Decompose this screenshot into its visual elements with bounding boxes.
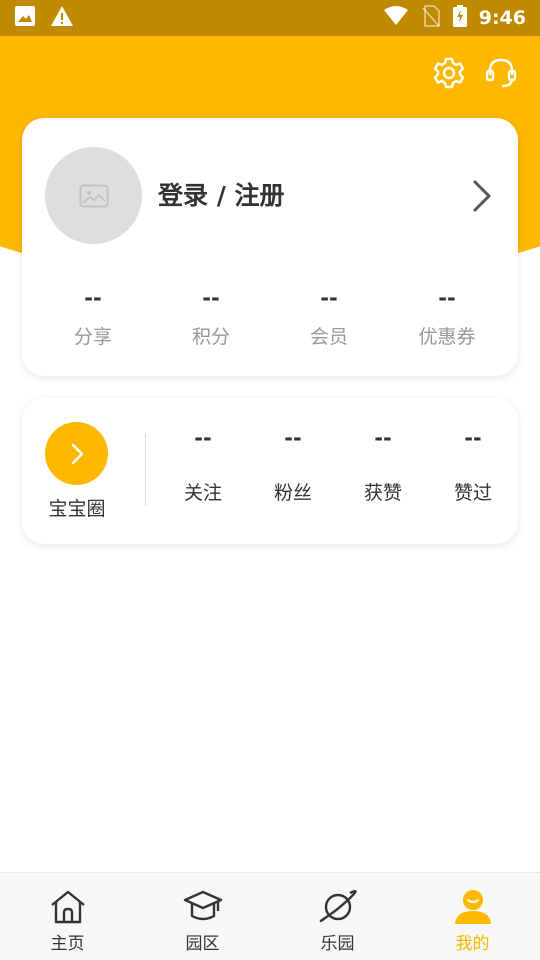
stat-coupons[interactable]: -- 优惠券 (388, 286, 506, 349)
profile-stats: -- 分享 -- 积分 -- 会员 -- 优惠券 (34, 286, 506, 349)
tab-park[interactable]: 乐园 (270, 873, 405, 960)
image-icon (14, 5, 36, 31)
customer-service-icon[interactable] (484, 56, 518, 90)
stat-value: -- (320, 286, 338, 310)
stat-likes-given[interactable]: -- 赞过 (428, 426, 518, 505)
graduation-cap-icon (183, 887, 223, 927)
bottom-tab-bar: 主页 园区 乐园 我的 (0, 872, 540, 960)
stat-points[interactable]: -- 积分 (152, 286, 270, 349)
stat-value: -- (202, 286, 220, 310)
stat-label: 粉丝 (273, 482, 312, 504)
tab-label: 主页 (50, 934, 85, 954)
social-stats: -- 关注 -- 粉丝 -- 获赞 -- 赞过 (158, 426, 518, 505)
planet-icon (318, 887, 358, 927)
tab-label: 我的 (455, 934, 490, 954)
stat-value: -- (438, 286, 456, 310)
stat-share[interactable]: -- 分享 (34, 286, 152, 349)
no-sim-icon (421, 5, 441, 31)
avatar[interactable] (45, 147, 142, 244)
baby-circle-card: 宝宝圈 -- 关注 -- 粉丝 -- 获赞 -- 赞过 (22, 398, 518, 544)
profile-card: 登录 / 注册 -- 分享 -- 积分 -- 会员 -- 优惠券 (22, 118, 518, 376)
warning-icon (50, 5, 74, 31)
status-time: 9:46 (478, 7, 526, 29)
stat-label: 获赞 (363, 482, 402, 504)
stat-value: -- (374, 426, 392, 450)
login-register-link[interactable]: 登录 / 注册 (158, 176, 285, 212)
status-bar: 9:46 (0, 0, 540, 36)
tab-label: 园区 (185, 934, 220, 954)
divider (145, 434, 146, 506)
stat-followers[interactable]: -- 粉丝 (248, 426, 338, 505)
stat-membership[interactable]: -- 会员 (270, 286, 388, 349)
chevron-right-icon (71, 443, 83, 464)
image-placeholder-icon (79, 184, 108, 207)
stat-label: 积分 (191, 326, 230, 348)
baby-circle-button[interactable] (45, 422, 108, 485)
stat-label: 关注 (183, 482, 222, 504)
wifi-icon (383, 6, 409, 30)
stat-value: -- (284, 426, 302, 450)
stat-value: -- (194, 426, 212, 450)
battery-charging-icon (452, 5, 467, 31)
stat-label: 优惠券 (418, 326, 476, 348)
stat-following[interactable]: -- 关注 (158, 426, 248, 505)
settings-icon[interactable] (432, 56, 466, 90)
tab-mine[interactable]: 我的 (405, 873, 540, 960)
stat-value: -- (84, 286, 102, 310)
stat-value: -- (464, 426, 482, 450)
home-icon (48, 887, 88, 927)
stat-label: 赞过 (453, 482, 492, 504)
stat-label: 会员 (309, 326, 348, 348)
tab-campus[interactable]: 园区 (135, 873, 270, 960)
user-icon (453, 887, 493, 927)
stat-label: 分享 (73, 326, 112, 348)
tab-label: 乐园 (320, 934, 355, 954)
tab-home[interactable]: 主页 (0, 873, 135, 960)
header-actions (432, 56, 518, 90)
chevron-right-icon[interactable] (470, 178, 494, 214)
baby-circle-label[interactable]: 宝宝圈 (36, 494, 118, 521)
stat-likes-received[interactable]: -- 获赞 (338, 426, 428, 505)
